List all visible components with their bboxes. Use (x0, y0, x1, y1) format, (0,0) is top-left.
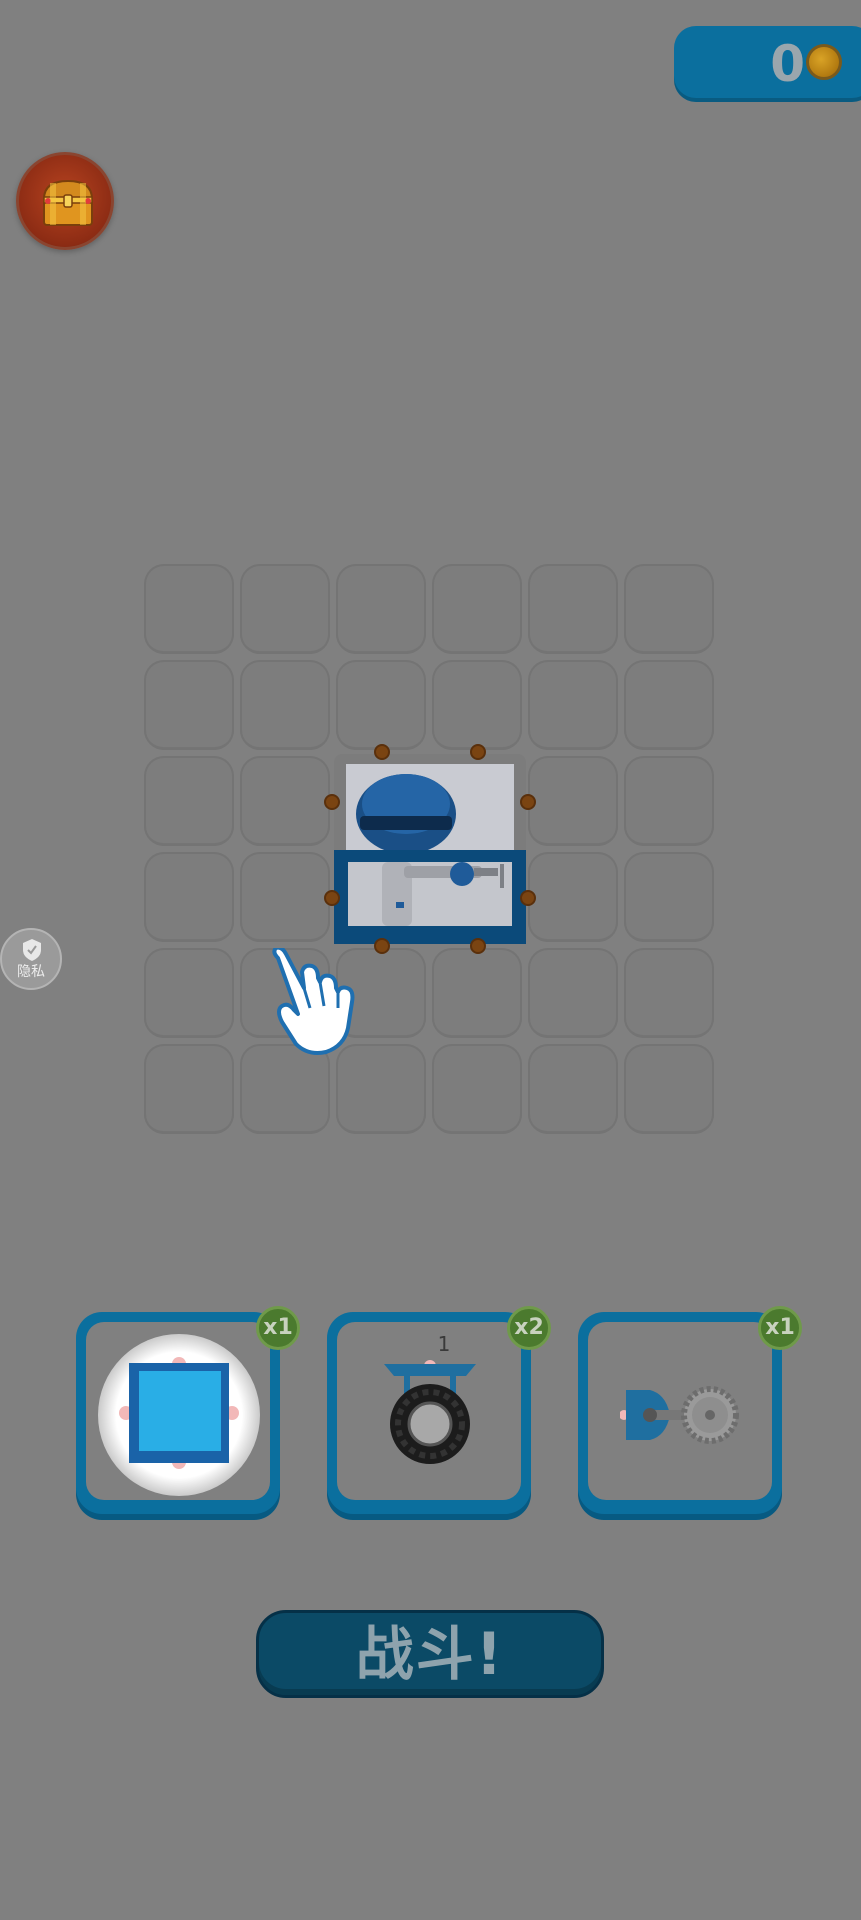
grid-cell[interactable] (528, 756, 618, 846)
grid-cell[interactable] (528, 1044, 618, 1134)
bolt (374, 938, 390, 954)
bolt (470, 744, 486, 760)
grid-cell[interactable] (240, 756, 330, 846)
grid-cell[interactable] (432, 948, 522, 1038)
circular-saw-icon (620, 1386, 739, 1444)
bolt (324, 890, 340, 906)
bolt (470, 938, 486, 954)
gold-coin-icon (806, 44, 842, 80)
grid-cell[interactable] (240, 660, 330, 750)
grid-cell[interactable] (624, 660, 714, 750)
part-count-badge: x2 (507, 1306, 551, 1350)
grid-cell[interactable] (528, 564, 618, 654)
grid-cell[interactable] (528, 852, 618, 942)
pointing-hand-icon (272, 948, 355, 1055)
grid-cell[interactable] (144, 564, 234, 654)
grid-cell[interactable] (624, 852, 714, 942)
grid-cell[interactable] (336, 660, 426, 750)
grid-cell[interactable] (528, 948, 618, 1038)
part-count-badge: x1 (256, 1306, 300, 1350)
bolt (374, 744, 390, 760)
grid-cell[interactable] (624, 1044, 714, 1134)
grid-cell[interactable] (144, 660, 234, 750)
grid-cell[interactable] (144, 948, 234, 1038)
grid-cell[interactable] (144, 852, 234, 942)
grid-cell[interactable] (336, 564, 426, 654)
shield-icon (23, 939, 41, 961)
fight-button[interactable]: 战斗! (256, 1610, 604, 1698)
grid-cell[interactable] (624, 948, 714, 1038)
grid-cell[interactable] (624, 564, 714, 654)
wheel-icon (384, 1360, 476, 1464)
bolt (520, 890, 536, 906)
grid-cell[interactable] (144, 1044, 234, 1134)
coin-count: 0 (770, 35, 805, 93)
part-count-badge: x1 (758, 1306, 802, 1350)
grid-cell[interactable] (432, 564, 522, 654)
part-level: 1 (437, 1332, 451, 1356)
fight-button-label: 战斗! (355, 1620, 505, 1688)
treasure-chest-icon (42, 179, 94, 226)
grid-cell[interactable] (240, 564, 330, 654)
bolt (324, 794, 340, 810)
privacy-button[interactable]: 隐私 (0, 928, 62, 990)
grid-cell[interactable] (624, 756, 714, 846)
privacy-label: 隐私 (17, 964, 45, 980)
grid-cell[interactable] (432, 1044, 522, 1134)
blue-block-icon (119, 1357, 239, 1469)
grid-cell[interactable] (240, 852, 330, 942)
robot-core-frame[interactable] (324, 744, 536, 954)
grid-cell[interactable] (144, 756, 234, 846)
treasure-chest-button[interactable] (16, 152, 114, 250)
robot-core-icon (334, 754, 526, 944)
grid-cell[interactable] (528, 660, 618, 750)
bolt (520, 794, 536, 810)
grid-cell[interactable] (432, 660, 522, 750)
